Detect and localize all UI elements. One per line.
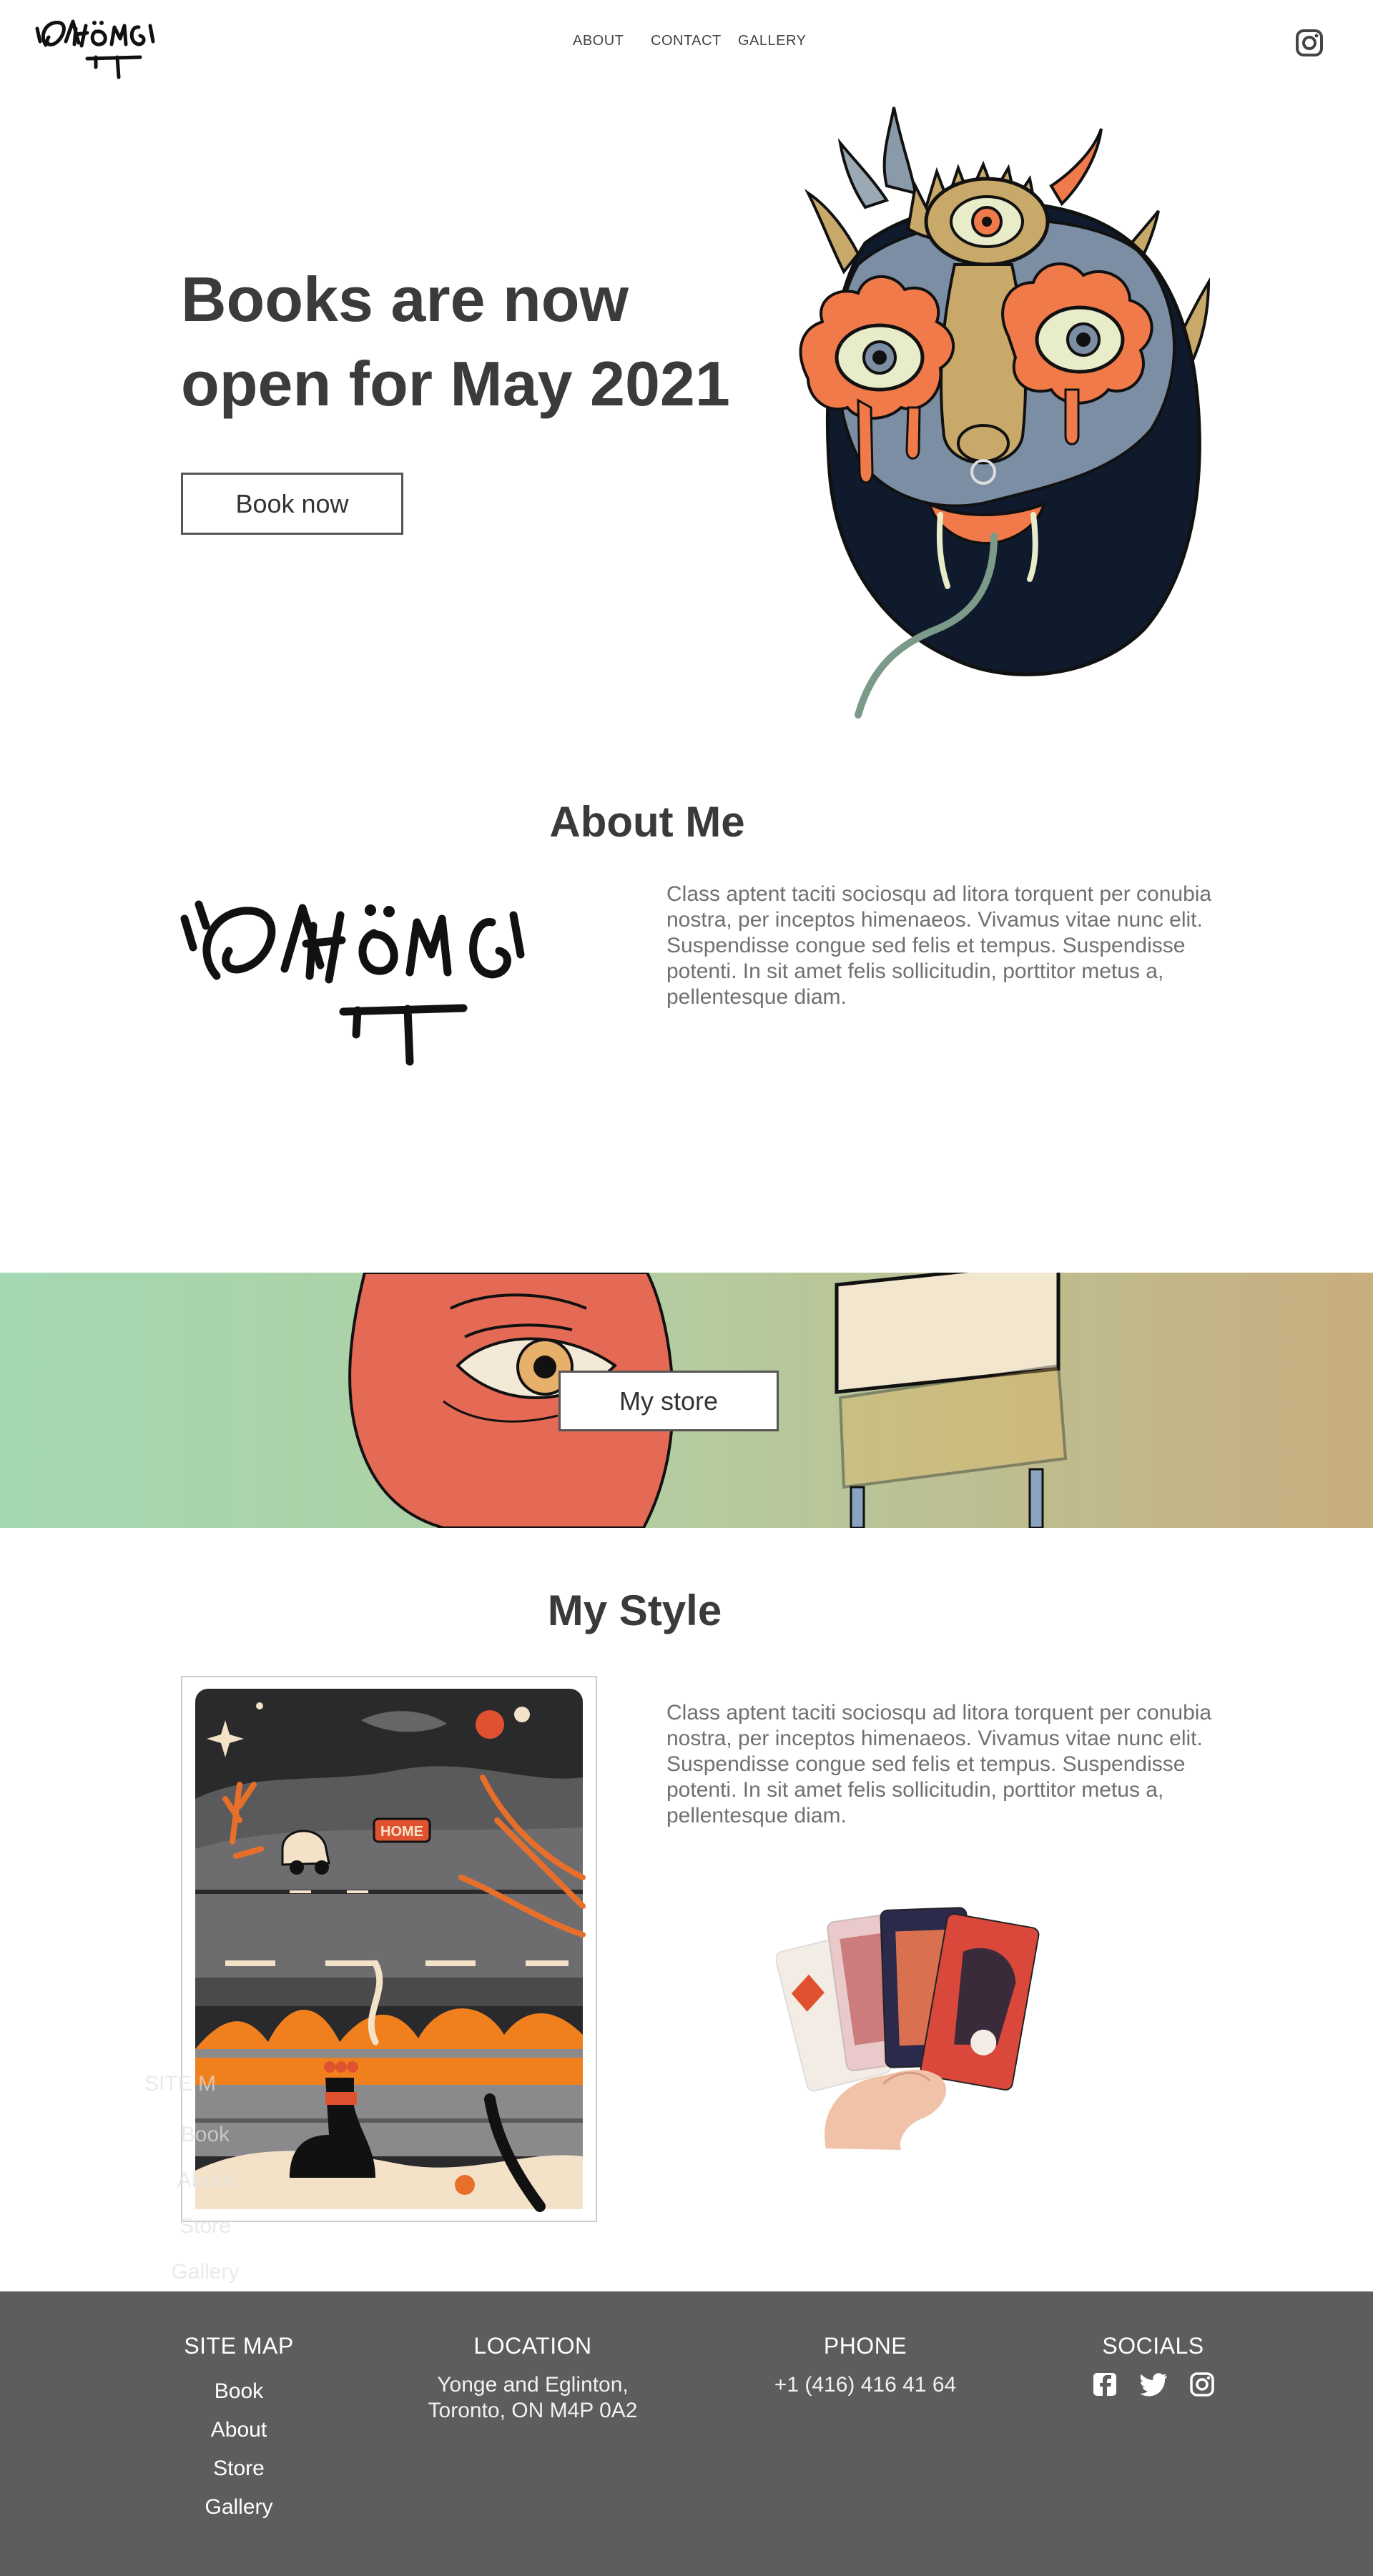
instagram-icon[interactable]	[1189, 2372, 1214, 2397]
facebook-icon[interactable]	[1093, 2372, 1117, 2397]
monster-mask-illustration	[799, 107, 1211, 719]
footer-phone-number[interactable]: +1 (416) 416 41 64	[758, 2372, 973, 2398]
signature-tag-logo	[180, 900, 525, 1066]
footer-sitemap: SITE MAP Book About Store Gallery	[153, 2333, 325, 2527]
card-sign-text: HOME	[380, 1824, 423, 1840]
ghost-sitemap-item: About	[177, 2168, 234, 2192]
twitter-icon[interactable]	[1139, 2372, 1167, 2397]
site-footer: SITE MAP Book About Store Gallery LOCATI…	[0, 2291, 1373, 2576]
footer-link-about[interactable]: About	[153, 2411, 325, 2449]
hero-title: Books are now open for May 2021	[181, 257, 767, 426]
footer-address-line1: Yonge and Eglinton,	[437, 2373, 629, 2397]
ghost-sitemap-title: SITE M	[144, 2072, 216, 2096]
ghost-sitemap-item: Book	[180, 2123, 230, 2146]
footer-phone-title: PHONE	[823, 2333, 907, 2359]
footer-link-book[interactable]: Book	[153, 2372, 325, 2411]
main-nav: ABOUT CONTACT GALLERY	[0, 33, 1373, 54]
faded-sitemap-ghost: SITE M Book About Store Gallery	[109, 2072, 252, 2295]
footer-link-store[interactable]: Store	[153, 2449, 325, 2488]
ghost-sitemap-item: Gallery	[171, 2260, 240, 2284]
site-header: ABOUT CONTACT GALLERY	[0, 0, 1373, 86]
about-paragraph: Class aptent taciti sociosqu ad litora t…	[666, 882, 1212, 1009]
ghost-sitemap-item: Store	[179, 2214, 231, 2238]
hero-title-line1: Books are now	[181, 264, 629, 335]
footer-phone: PHONE +1 (416) 416 41 64	[758, 2333, 973, 2398]
instagram-icon[interactable]	[1295, 29, 1324, 57]
hero-title-line2: open for May 2021	[181, 348, 730, 419]
tarot-cards-photo	[776, 1907, 1040, 2150]
style-paragraph: Class aptent taciti sociosqu ad litora t…	[666, 1701, 1212, 1827]
footer-location: LOCATION Yonge and Eglinton, Toronto, ON…	[400, 2333, 665, 2424]
my-store-button[interactable]: My store	[558, 1371, 779, 1431]
nav-link-gallery[interactable]: GALLERY	[738, 33, 806, 49]
footer-link-gallery[interactable]: Gallery	[153, 2488, 325, 2527]
footer-address-line2: Toronto, ON M4P 0A2	[428, 2399, 638, 2422]
footer-socials: SOCIALS	[1058, 2333, 1248, 2397]
footer-socials-title: SOCIALS	[1102, 2333, 1204, 2359]
nav-link-contact[interactable]: CONTACT	[651, 33, 722, 49]
book-now-button[interactable]: Book now	[181, 473, 403, 535]
footer-sitemap-title: SITE MAP	[184, 2333, 294, 2359]
style-title: My Style	[547, 1586, 722, 1634]
nav-link-about[interactable]: ABOUT	[573, 33, 624, 49]
about-title: About Me	[549, 798, 745, 846]
footer-location-title: LOCATION	[473, 2333, 592, 2359]
